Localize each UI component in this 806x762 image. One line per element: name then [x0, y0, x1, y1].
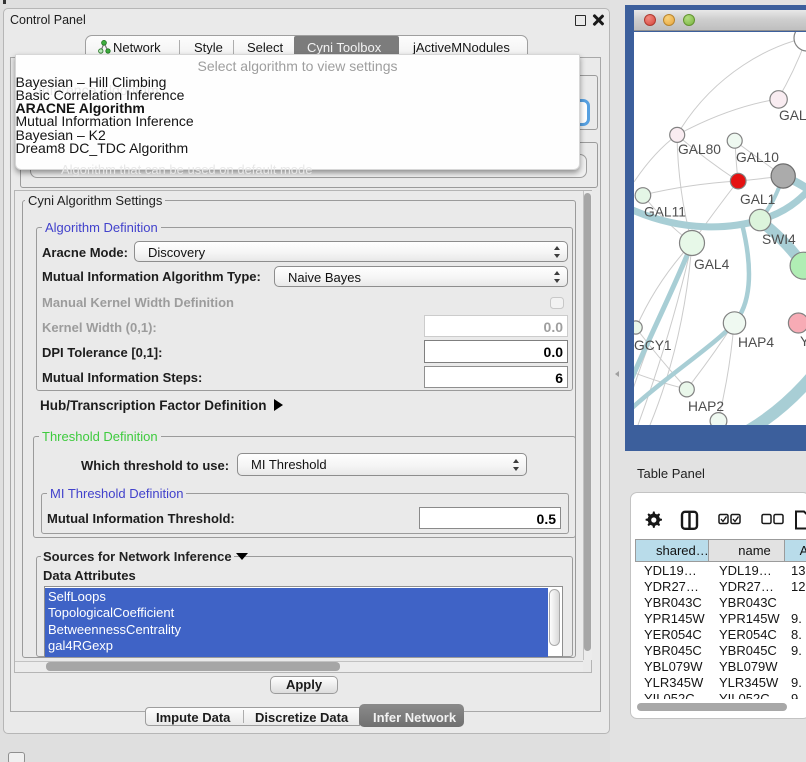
svg-text:GAL11: GAL11: [644, 205, 686, 220]
svg-text:GAL1: GAL1: [740, 192, 775, 207]
svg-text:HAP4: HAP4: [738, 335, 774, 350]
svg-text:HAP2: HAP2: [688, 399, 724, 414]
svg-text:GAL: GAL: [779, 108, 806, 123]
svg-text:GAL80: GAL80: [678, 142, 721, 157]
svg-text:SWI4: SWI4: [762, 232, 796, 247]
svg-text:GCY1: GCY1: [634, 338, 672, 353]
svg-text:GAL10: GAL10: [736, 150, 779, 165]
svg-text:GAL4: GAL4: [694, 257, 730, 272]
svg-text:Y: Y: [800, 334, 806, 349]
